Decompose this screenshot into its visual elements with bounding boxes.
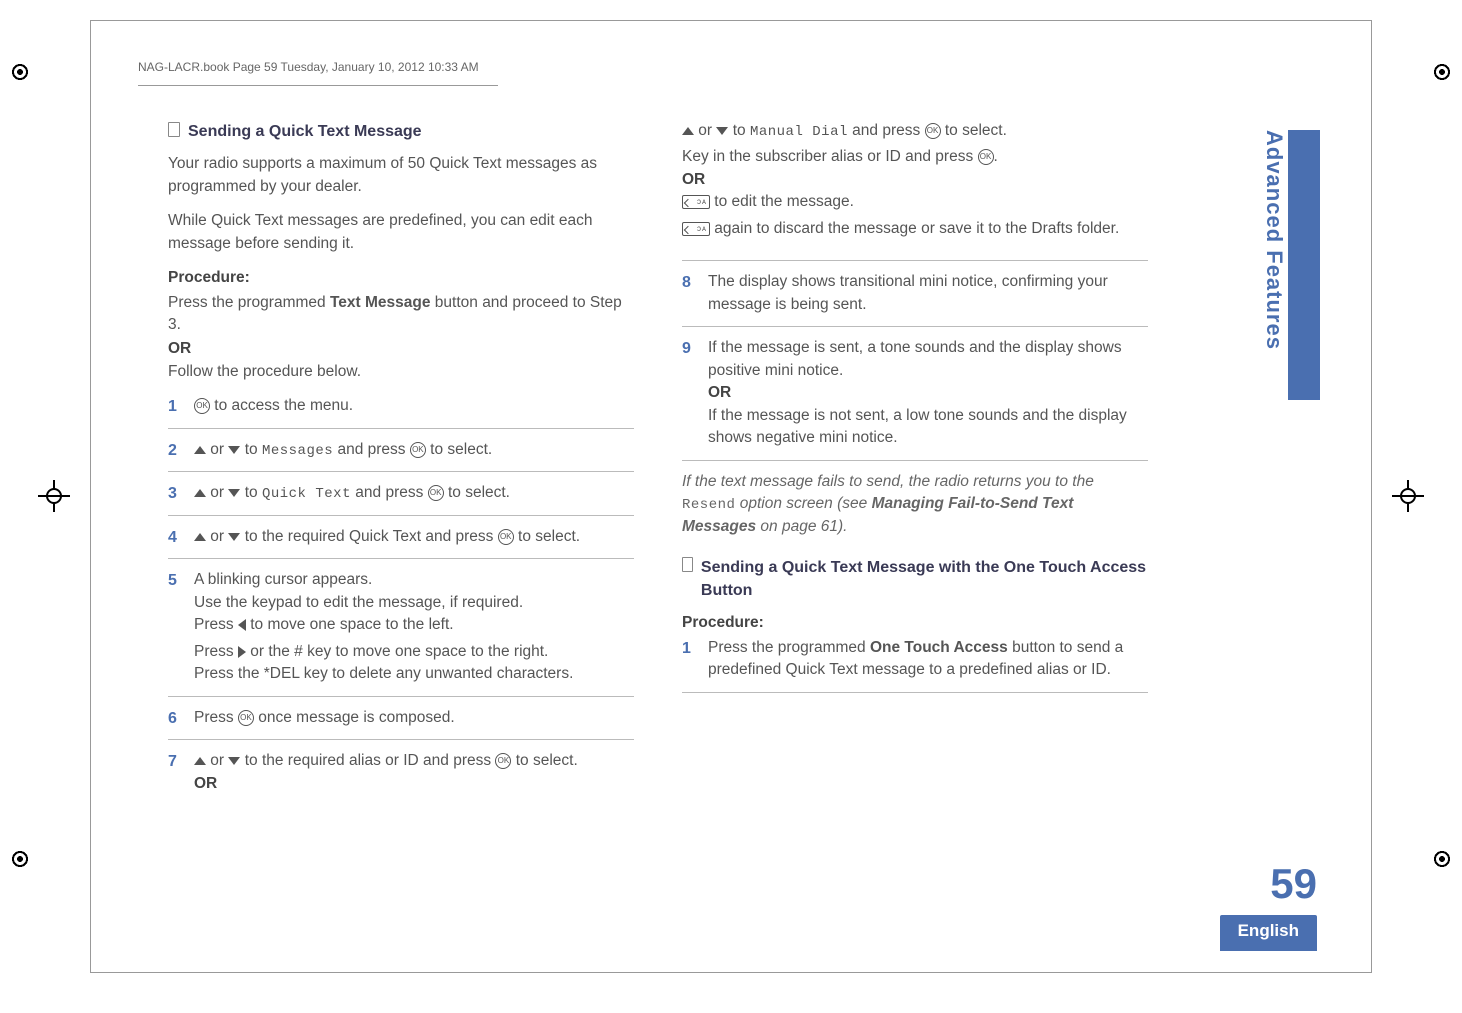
step-item: 2 or to Messages and press OK to select.	[168, 439, 634, 472]
left-arrow-icon	[238, 619, 246, 631]
ok-button-icon: OK	[495, 753, 511, 769]
up-arrow-icon	[194, 757, 206, 765]
ok-button-icon: OK	[978, 149, 994, 165]
ok-button-icon: OK	[410, 442, 426, 458]
back-button-icon: ᴐᴀ	[682, 222, 710, 236]
intro-paragraph: While Quick Text messages are predefined…	[168, 210, 634, 255]
step-item: 9 If the message is sent, a tone sounds …	[682, 337, 1148, 460]
ok-button-icon: OK	[428, 485, 444, 501]
right-arrow-icon	[238, 646, 246, 658]
step-number: 5	[168, 569, 177, 592]
section-title-text: Sending a Quick Text Message	[188, 120, 422, 143]
crop-mark-icon	[1428, 58, 1456, 86]
step-number: 8	[682, 271, 691, 294]
intro-paragraph: Your radio supports a maximum of 50 Quic…	[168, 153, 634, 198]
step-item: 1 OK to access the menu.	[168, 395, 634, 428]
procedure-label: Procedure:	[682, 612, 1148, 634]
down-arrow-icon	[228, 489, 240, 497]
up-arrow-icon	[194, 489, 206, 497]
step-item: 4 or to the required Quick Text and pres…	[168, 526, 634, 559]
up-arrow-icon	[682, 127, 694, 135]
left-column: Sending a Quick Text Message Your radio …	[168, 120, 634, 815]
ok-button-icon: OK	[194, 398, 210, 414]
step-number: 2	[168, 439, 177, 462]
step-number: 6	[168, 707, 177, 730]
page-number: 59	[1270, 860, 1317, 908]
section-title-text: Sending a Quick Text Message with the On…	[701, 556, 1148, 602]
right-column: or to Manual Dial and press OK to select…	[682, 120, 1148, 815]
step-number: 4	[168, 526, 177, 549]
step-number: 3	[168, 482, 177, 505]
registration-mark-icon	[38, 480, 70, 512]
crop-mark-icon	[1428, 845, 1456, 873]
up-arrow-icon	[194, 446, 206, 454]
chapter-title: Advanced Features	[1257, 130, 1287, 350]
step-item: 6 Press OK once message is composed.	[168, 707, 634, 740]
step-number: 1	[168, 395, 177, 418]
or-label: OR	[168, 338, 634, 360]
crop-header: NAG-LACR.book Page 59 Tuesday, January 1…	[138, 60, 479, 74]
section-title: Sending a Quick Text Message with the On…	[682, 556, 1148, 602]
step-item: 7 or to the required alias or ID and pre…	[168, 750, 634, 805]
or-label: OR	[708, 382, 1148, 404]
ok-button-icon: OK	[498, 529, 514, 545]
procedure-label: Procedure:	[168, 267, 634, 289]
step-item: 1 Press the programmed One Touch Access …	[682, 637, 1148, 693]
step-item: 8 The display shows transitional mini no…	[682, 271, 1148, 327]
down-arrow-icon	[228, 533, 240, 541]
down-arrow-icon	[228, 446, 240, 454]
step-continuation: or to Manual Dial and press OK to select…	[682, 120, 1148, 250]
section-title: Sending a Quick Text Message	[168, 120, 634, 143]
back-button-icon: ᴐᴀ	[682, 195, 710, 209]
step-item: 3 or to Quick Text and press OK to selec…	[168, 482, 634, 515]
chapter-tab	[1288, 130, 1320, 400]
crop-mark-icon	[6, 845, 34, 873]
ok-button-icon: OK	[238, 710, 254, 726]
document-icon	[168, 122, 180, 137]
or-label: OR	[194, 773, 634, 795]
down-arrow-icon	[716, 127, 728, 135]
note-text: If the text message fails to send, the r…	[682, 471, 1148, 538]
up-arrow-icon	[194, 533, 206, 541]
ok-button-icon: OK	[925, 123, 941, 139]
step-number: 1	[682, 637, 691, 660]
down-arrow-icon	[228, 757, 240, 765]
step-number: 9	[682, 337, 691, 360]
document-icon	[682, 557, 693, 572]
crop-mark-icon	[6, 58, 34, 86]
or-label: OR	[682, 169, 1148, 191]
page-content: Sending a Quick Text Message Your radio …	[168, 120, 1148, 815]
registration-mark-icon	[1392, 480, 1424, 512]
language-tab: English	[1220, 915, 1317, 951]
step-item: 5 A blinking cursor appears. Use the key…	[168, 569, 634, 696]
procedure-intro: Follow the procedure below.	[168, 361, 634, 383]
header-rule	[138, 85, 498, 86]
procedure-intro: Press the programmed Text Message button…	[168, 292, 634, 337]
step-number: 7	[168, 750, 177, 773]
